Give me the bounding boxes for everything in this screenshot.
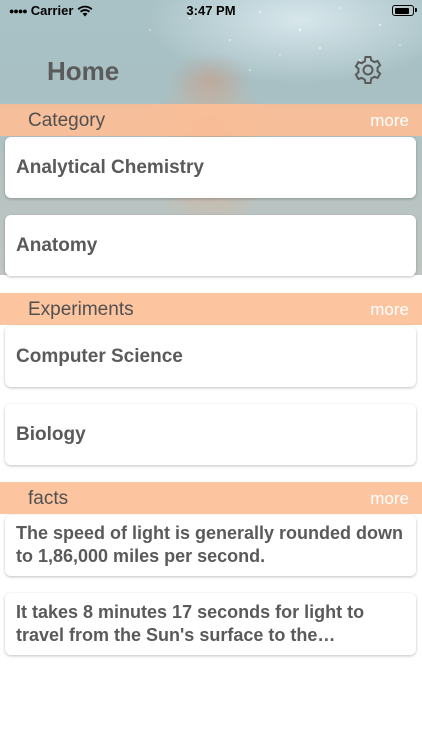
section-header-facts: facts more [0,482,422,514]
section-title-experiments: Experiments [28,299,134,320]
page-title: Home [47,56,120,86]
status-bar: ●●●● Carrier 3:47 PM [0,0,422,22]
gear-icon[interactable] [352,54,384,86]
facts-more-link[interactable]: more [370,489,409,509]
fact-item[interactable]: It takes 8 minutes 17 seconds for light … [5,593,416,655]
experiment-item-biology[interactable]: Biology [5,404,416,465]
list-item-label: Analytical Chemistry [16,156,204,178]
status-time: 3:47 PM [186,3,236,18]
section-title-category: Category [28,110,106,131]
category-more-link[interactable]: more [370,111,409,131]
list-item-label: Computer Science [16,345,183,367]
experiments-more-link[interactable]: more [370,300,409,320]
fact-text: It takes 8 minutes 17 seconds for light … [16,602,365,645]
battery-icon [392,5,417,16]
fact-item[interactable]: The speed of light is generally rounded … [5,515,416,576]
section-header-category: Category more [0,104,422,136]
list-item-label: Anatomy [16,234,98,256]
category-item-analytical-chemistry[interactable]: Analytical Chemistry [5,137,416,198]
list-item-label: Biology [16,423,86,445]
experiment-item-computer-science[interactable]: Computer Science [5,326,416,387]
section-title-facts: facts [28,488,69,509]
section-header-experiments: Experiments more [0,293,422,325]
fact-text: The speed of light is generally rounded … [16,523,404,566]
category-item-anatomy[interactable]: Anatomy [5,215,416,276]
